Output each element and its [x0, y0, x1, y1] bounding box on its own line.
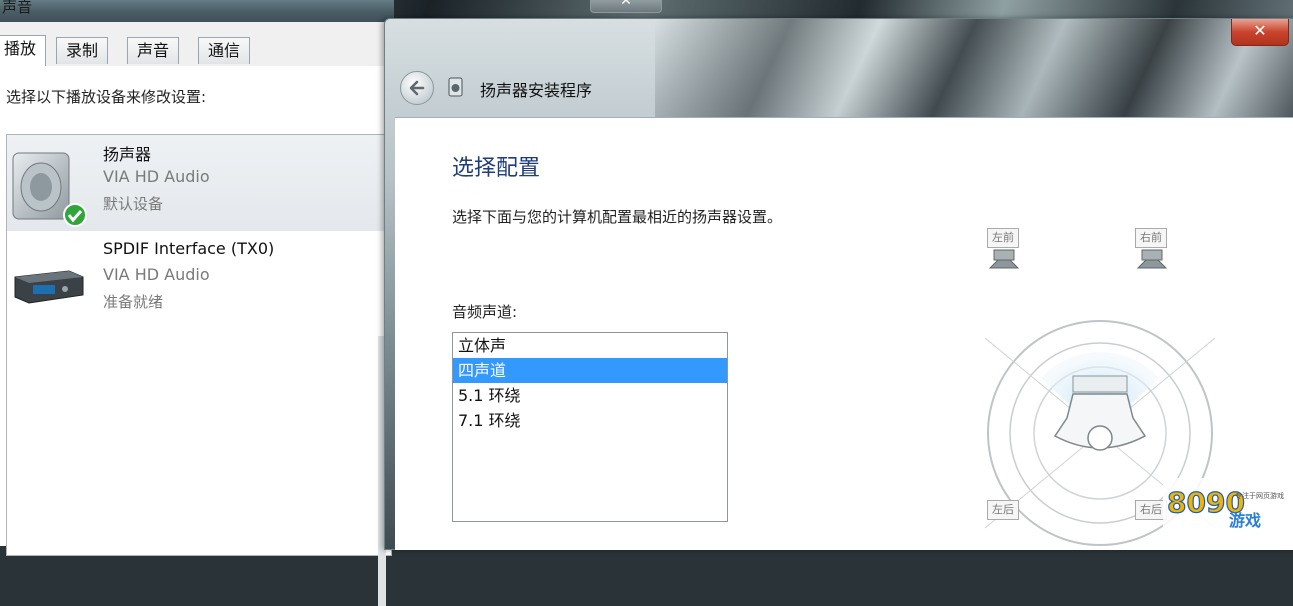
device-item-speakers[interactable]: 扬声器 VIA HD Audio 默认设备 — [7, 135, 391, 231]
speaker-label-rear-left[interactable]: 左后 — [987, 500, 1019, 520]
sound-window: 声音 播放 录制 声音 通信 选择以下播放设备来修改设置: 扬声器 VIA HD… — [0, 0, 662, 606]
sound-close-button[interactable]: ✕ — [590, 0, 662, 13]
sound-tabs: 播放 录制 声音 通信 — [0, 35, 394, 79]
speaker-app-icon — [448, 77, 463, 97]
speaker-setup-window: ✕ 扬声器安装程序 选择配置 选择下面与您的计算机配置最相近的扬声器设置。 音频… — [384, 18, 1293, 550]
tab-sounds[interactable]: 声音 — [127, 37, 180, 64]
speaker-device-icon — [12, 152, 87, 227]
channel-option-quadraphonic[interactable]: 四声道 — [453, 358, 727, 383]
svg-text:专注于网页游戏: 专注于网页游戏 — [1235, 491, 1284, 500]
site-logo: 8090 专注于网页游戏 游戏 — [1163, 478, 1289, 534]
device-list: 扬声器 VIA HD Audio 默认设备 SPDIF Interface (T… — [6, 134, 392, 556]
device-name: SPDIF Interface (TX0) — [103, 239, 275, 258]
device-driver: VIA HD Audio — [103, 167, 210, 186]
svg-text:游戏: 游戏 — [1229, 511, 1261, 530]
glass-titlebar — [655, 19, 1293, 117]
sound-titlebar[interactable]: 声音 — [0, 0, 394, 22]
tab-playback[interactable]: 播放 — [0, 35, 47, 66]
window-title: 扬声器安装程序 — [480, 81, 593, 100]
device-status: 准备就绪 — [103, 293, 164, 311]
channel-option-stereo[interactable]: 立体声 — [453, 333, 727, 358]
device-name: 扬声器 — [103, 145, 152, 164]
close-button[interactable]: ✕ — [1231, 19, 1289, 46]
channel-option-7-1-surround[interactable]: 7.1 环绕 — [453, 408, 727, 433]
device-driver: VIA HD Audio — [103, 265, 210, 284]
sound-body: 播放 录制 声音 通信 选择以下播放设备来修改设置: 扬声器 VIA HD Au… — [0, 22, 394, 606]
speaker-label-front-left[interactable]: 左前 — [987, 228, 1019, 248]
spdif-device-icon — [14, 270, 84, 304]
tab-recording[interactable]: 录制 — [56, 37, 109, 64]
speaker-label-front-right[interactable]: 右前 — [1135, 228, 1167, 248]
page-heading: 选择配置 — [452, 156, 541, 181]
playback-panel: 选择以下播放设备来修改设置: 扬声器 VIA HD Audio 默认设备 SPD… — [0, 66, 394, 606]
channels-label: 音频声道: — [452, 303, 518, 321]
back-button[interactable] — [400, 71, 434, 105]
device-item-spdif[interactable]: SPDIF Interface (TX0) VIA HD Audio 准备就绪 — [7, 233, 391, 329]
tab-communications[interactable]: 通信 — [198, 37, 251, 64]
page-description: 选择下面与您的计算机配置最相近的扬声器设置。 — [452, 208, 783, 226]
sound-window-title: 声音 — [2, 0, 33, 16]
device-status: 默认设备 — [103, 195, 164, 213]
channel-option-5-1-surround[interactable]: 5.1 环绕 — [453, 383, 727, 408]
setup-content: 选择配置 选择下面与您的计算机配置最相近的扬声器设置。 音频声道: 立体声 四声… — [395, 117, 1293, 550]
channels-listbox[interactable]: 立体声 四声道 5.1 环绕 7.1 环绕 — [452, 332, 728, 522]
playback-instruction: 选择以下播放设备来修改设置: — [6, 88, 207, 106]
arrow-left-icon — [409, 80, 425, 96]
